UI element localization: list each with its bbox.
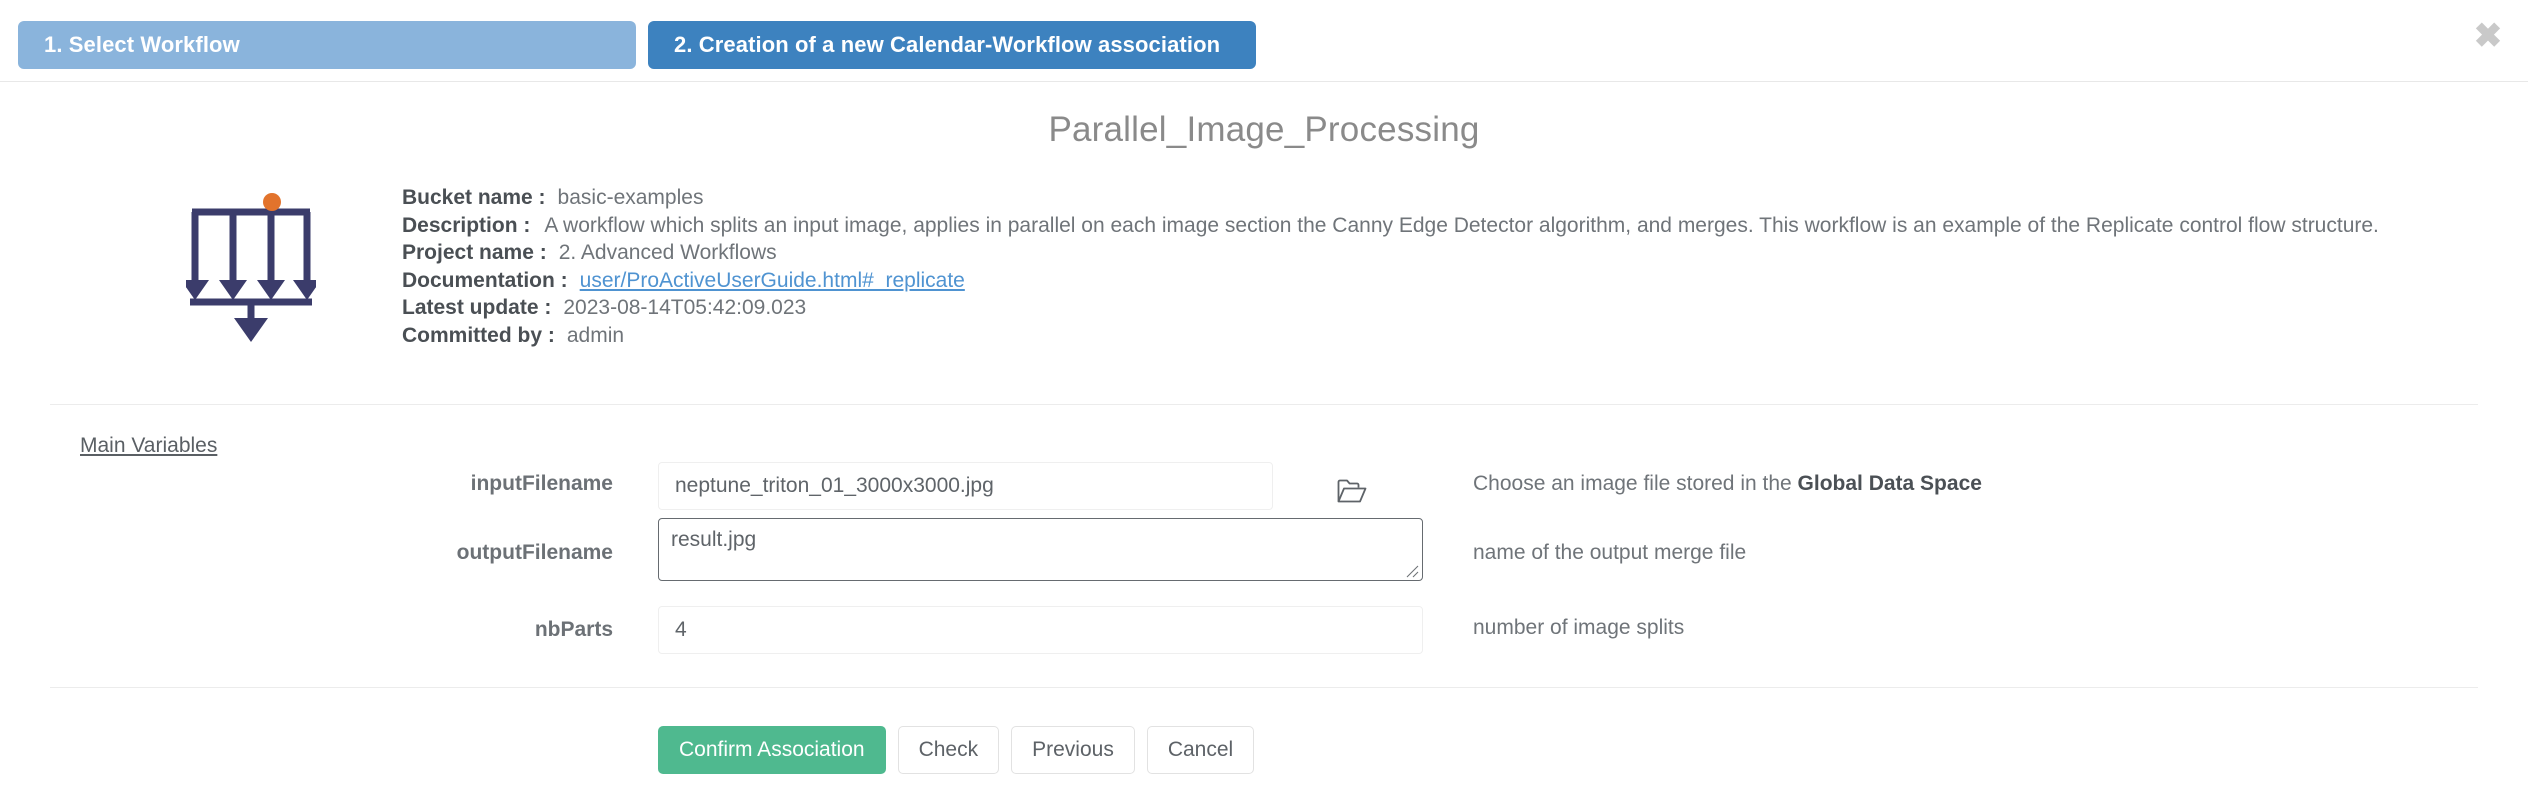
replicate-fork-join-icon [181,190,321,345]
input-filename-field[interactable] [658,462,1273,510]
nbparts-field[interactable] [658,606,1423,654]
info-key-latest-update: Latest update : [402,296,552,319]
close-icon[interactable]: ✖ [2468,16,2508,56]
wizard-tab-2-label: 2. Creation of a new Calendar-Workflow a… [674,32,1221,57]
info-key-bucket-name: Bucket name : [402,186,546,209]
documentation-link[interactable]: user/ProActiveUserGuide.html#_replicate [580,267,965,295]
help-text-nbParts: number of image splits [1473,616,1684,640]
previous-button[interactable]: Previous [1011,726,1135,774]
help-text-inputFilename-prefix: Choose an image file stored in the [1473,472,1798,495]
help-text-inputFilename: Choose an image file stored in the Globa… [1473,472,1982,496]
confirm-association-button[interactable]: Confirm Association [658,726,886,774]
variable-label-nbParts: nbParts [534,618,613,641]
wizard-tab-1-label: 1. Select Workflow [44,32,240,57]
info-value-bucket-name: basic-examples [557,186,704,209]
variable-label-inputFilename: inputFilename [470,472,613,495]
info-row-project-name: Project name : 2. Advanced Workflows [402,239,2379,267]
info-key-committed-by: Committed by : [402,323,555,347]
info-key-documentation: Documentation : [402,268,568,292]
divider-above-buttons [50,687,2478,688]
help-text-inputFilename-bold: Global Data Space [1797,472,1982,495]
page-title: Parallel_Image_Processing [1048,110,1480,149]
workflow-metadata-list: Bucket name : basic-examples Description… [402,184,2379,349]
info-key-project-name: Project name : [402,241,547,264]
close-glyph: ✖ [2473,17,2503,55]
dialog-action-buttons: Confirm Association Check Previous Cance… [658,726,1255,774]
help-text-nbParts-prefix: number of image splits [1473,616,1685,639]
output-filename-field[interactable] [658,518,1423,581]
info-value-project-name: 2. Advanced Workflows [558,241,777,264]
check-button[interactable]: Check [897,726,1000,774]
info-row-latest-update: Latest update : 2023-08-14T05:42:09.023 [402,294,2379,322]
open-folder-icon[interactable] [1337,478,1367,504]
info-row-committed-by: Committed by : admin [402,322,2379,350]
workflow-info-block: Bucket name : basic-examples Description… [0,184,2528,362]
variable-label-outputFilename: outputFilename [456,541,613,564]
info-value-committed-by: admin [566,323,625,347]
cancel-button[interactable]: Cancel [1146,726,1255,774]
wizard-step-tabs: 1. Select Workflow 2. Creation of a new … [0,0,2528,82]
workflow-association-dialog: 1. Select Workflow 2. Creation of a new … [0,0,2528,796]
info-row-documentation: Documentation : user/ProActiveUserGuide.… [402,267,2379,295]
main-variables-heading: Main Variables [80,434,218,457]
help-text-outputFilename-prefix: name of the output merge file [1473,541,1747,564]
info-value-description: A workflow which splits an input image, … [544,213,2379,237]
divider-above-variables [50,404,2478,405]
help-text-outputFilename: name of the output merge file [1473,541,1746,565]
info-value-latest-update: 2023-08-14T05:42:09.023 [563,296,807,319]
info-key-description: Description : [402,213,531,237]
info-row-description: Description : A workflow which splits an… [402,212,2379,240]
wizard-tab-select-workflow[interactable]: 1. Select Workflow [18,21,636,69]
wizard-tab-create-association[interactable]: 2. Creation of a new Calendar-Workflow a… [648,21,1256,69]
info-row-bucket-name: Bucket name : basic-examples [402,184,2379,212]
